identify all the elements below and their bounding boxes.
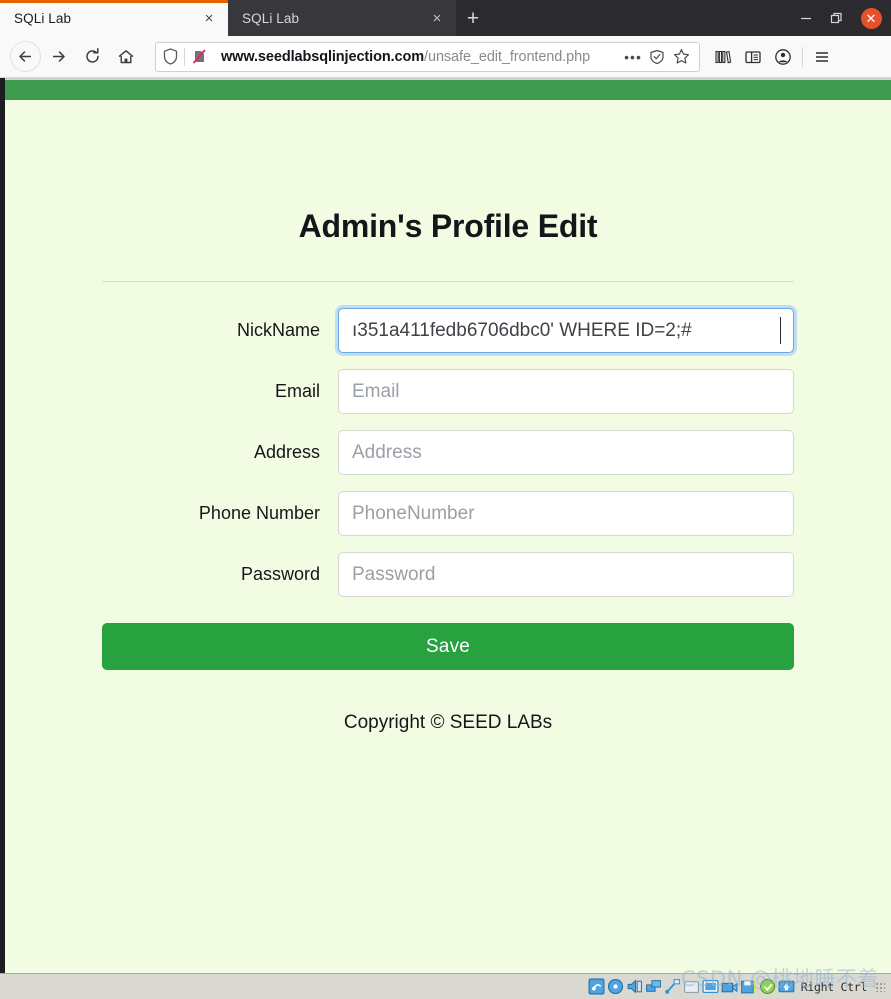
tracking-protection-shield-icon[interactable]	[156, 43, 184, 71]
hard-disk-icon[interactable]	[588, 978, 605, 995]
email-input[interactable]	[338, 369, 794, 414]
field-phone-number	[338, 491, 794, 536]
page-title: Admin's Profile Edit	[298, 208, 598, 244]
tab-strip: SQLi Lab × SQLi Lab × + ✕	[0, 0, 891, 36]
toolbar-right-group	[708, 41, 841, 73]
site-header-band	[5, 78, 891, 100]
network-icon[interactable]	[645, 978, 662, 995]
tab-sqli-lab-2[interactable]: SQLi Lab ×	[228, 0, 456, 36]
display-icon[interactable]	[702, 978, 719, 995]
page-body: Admin's Profile Edit NickName ı351a411fe…	[5, 100, 891, 973]
host-key-label: Right Ctrl	[800, 979, 868, 994]
form-row-address: Address	[102, 430, 794, 475]
home-button[interactable]	[109, 41, 143, 73]
bookmark-star-button[interactable]	[669, 44, 693, 70]
form-row-phone-number: Phone Number	[102, 491, 794, 536]
sidebar-icon	[745, 50, 761, 63]
library-books-icon	[715, 50, 732, 63]
browser-window: SQLi Lab × SQLi Lab × + ✕ www.seedlabsql…	[0, 0, 891, 999]
account-button[interactable]	[768, 41, 798, 73]
resize-grip[interactable]	[875, 981, 885, 992]
audio-icon[interactable]	[626, 978, 643, 995]
mouse-integration-icon[interactable]	[759, 978, 776, 995]
hamburger-menu-icon	[816, 51, 828, 62]
window-controls: ✕	[791, 0, 891, 36]
profile-edit-form: NickName Email	[102, 308, 794, 670]
page-footer: Copyright © SEED LABs	[343, 712, 553, 733]
save-button-row: Save	[102, 623, 794, 670]
tab-title: SQLi Lab	[242, 10, 300, 26]
account-avatar-icon	[775, 48, 791, 65]
label-password: Password	[240, 564, 320, 584]
vm-status-icons	[588, 978, 795, 995]
url-domain: www.seedlabsqlinjection.com	[221, 48, 425, 65]
form-row-email: Email	[102, 369, 794, 414]
page-actions-button[interactable]: •••	[621, 44, 645, 70]
floppy-icon[interactable]	[740, 978, 757, 995]
minimize-button[interactable]	[791, 0, 821, 36]
close-icon: ✕	[860, 7, 882, 29]
app-menu-button[interactable]	[807, 41, 837, 73]
tab-sqli-lab-1[interactable]: SQLi Lab ×	[0, 0, 228, 36]
save-button[interactable]: Save	[102, 623, 794, 670]
back-button[interactable]	[10, 41, 41, 72]
title-divider	[102, 281, 794, 282]
shared-folder-icon[interactable]	[683, 978, 700, 995]
reader-shield-icon	[650, 49, 664, 64]
reload-icon	[85, 48, 99, 63]
forward-button[interactable]	[41, 41, 75, 73]
host-key-icon[interactable]	[778, 978, 795, 995]
home-icon	[118, 49, 134, 63]
url-text[interactable]: www.seedlabsqlinjection.com/unsafe_edit_…	[213, 49, 621, 65]
label-email: Email	[274, 381, 320, 401]
text-caret	[779, 317, 781, 344]
field-nickname	[338, 308, 794, 353]
label-phone-number: Phone Number	[198, 503, 320, 523]
page-viewport: Admin's Profile Edit NickName ı351a411fe…	[0, 78, 891, 973]
field-password	[338, 552, 794, 597]
toolbar-divider	[802, 46, 803, 67]
forward-arrow-icon	[52, 51, 65, 62]
field-email	[338, 369, 794, 414]
page-container: Admin's Profile Edit NickName ı351a411fe…	[102, 100, 794, 734]
label-address: Address	[253, 442, 320, 462]
no-cookie-blocked-icon[interactable]	[185, 43, 213, 71]
nickname-input[interactable]	[338, 308, 794, 353]
minimize-icon	[801, 17, 811, 20]
optical-disk-icon[interactable]	[607, 978, 624, 995]
usb-icon[interactable]	[664, 978, 681, 995]
library-button[interactable]	[708, 41, 738, 73]
url-bar[interactable]: www.seedlabsqlinjection.com/unsafe_edit_…	[155, 41, 700, 72]
back-arrow-icon	[19, 51, 31, 62]
reader-mode-button[interactable]	[645, 44, 669, 70]
form-row-nickname: NickName	[102, 308, 794, 353]
form-row-password: Password	[102, 552, 794, 597]
tab-close-icon[interactable]: ×	[428, 9, 446, 27]
phone-number-input[interactable]	[338, 491, 794, 536]
reload-button[interactable]	[75, 41, 109, 73]
close-button[interactable]: ✕	[851, 0, 891, 36]
address-input[interactable]	[338, 430, 794, 475]
label-nickname: NickName	[236, 320, 320, 340]
video-capture-icon[interactable]	[721, 978, 738, 995]
restore-icon	[830, 12, 842, 23]
new-tab-button[interactable]: +	[456, 0, 490, 36]
field-address	[338, 430, 794, 475]
url-path: /unsafe_edit_frontend.php	[424, 48, 591, 65]
star-icon	[673, 49, 689, 64]
sidebar-toggle-button[interactable]	[738, 41, 768, 73]
nickname-input-shell	[338, 308, 794, 353]
tab-close-icon[interactable]: ×	[200, 9, 218, 27]
restore-button[interactable]	[821, 0, 851, 36]
navigation-toolbar: www.seedlabsqlinjection.com/unsafe_edit_…	[0, 36, 891, 78]
tab-title: SQLi Lab	[14, 10, 72, 26]
password-input[interactable]	[338, 552, 794, 597]
vm-status-bar: CSDN @桃地睡不着 Right Ctrl	[0, 967, 891, 999]
